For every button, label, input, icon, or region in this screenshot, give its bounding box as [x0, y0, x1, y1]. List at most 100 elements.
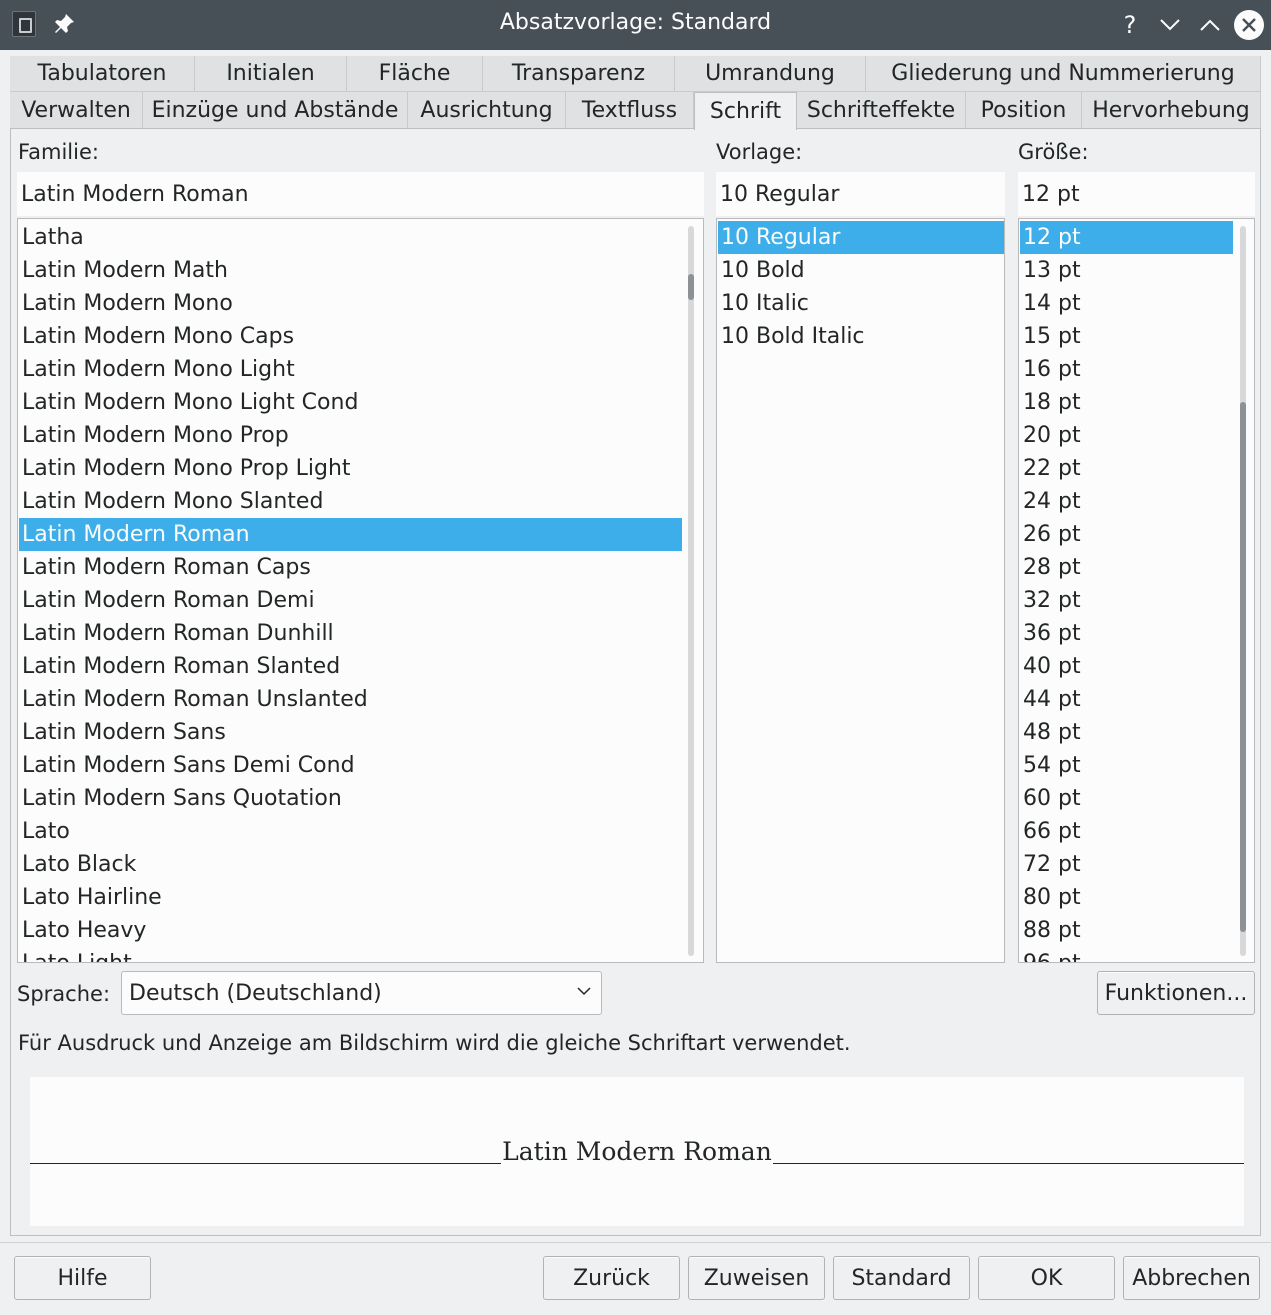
style-input[interactable]: 10 Regular [716, 172, 1005, 216]
help-button[interactable]: Hilfe [14, 1256, 151, 1300]
family-list-item[interactable]: Latin Modern Mono Light Cond [19, 386, 682, 419]
style-list[interactable]: 10 Regular 10 Bold 10 Italic 10 Bold Italic [716, 218, 1005, 963]
size-list-item[interactable]: 66 pt [1020, 815, 1233, 848]
family-list-item[interactable]: Latin Modern Math [19, 254, 682, 287]
family-list-item[interactable]: Latin Modern Mono Slanted [19, 485, 682, 518]
size-list-item[interactable]: 22 pt [1020, 452, 1233, 485]
style-list-item[interactable]: 10 Bold Italic [718, 320, 1004, 353]
size-list-item[interactable]: 88 pt [1020, 914, 1233, 947]
family-list-item[interactable]: Latin Modern Mono [19, 287, 682, 320]
language-label: Sprache: [17, 982, 111, 1006]
size-list[interactable]: 12 pt 13 pt 14 pt 15 pt 16 pt 18 pt 20 pt 22 pt… [1018, 218, 1255, 963]
chevron-down-icon [577, 987, 591, 996]
family-list-item[interactable]: Latha [19, 221, 682, 254]
window-title: Absatzvorlage: Standard [499, 10, 772, 35]
tab-row-1: Tabulatoren Initialen Fläche Transparenz… [10, 56, 1261, 92]
tab-transparenz[interactable]: Transparenz [483, 56, 675, 92]
family-list-item[interactable]: Latin Modern Mono Light [19, 353, 682, 386]
family-list-item[interactable]: Lato Heavy [19, 914, 682, 947]
maximize-icon[interactable] [1194, 9, 1226, 41]
family-list-item[interactable]: Lato Black [19, 848, 682, 881]
language-select[interactable]: Deutsch (Deutschland) [121, 971, 602, 1015]
size-list-item[interactable]: 96 pt [1020, 947, 1233, 962]
size-list-item[interactable]: 12 pt [1020, 221, 1233, 254]
cancel-button[interactable]: Abbrechen [1123, 1256, 1260, 1300]
language-value: Deutsch (Deutschland) [129, 980, 382, 1006]
family-list-item[interactable]: Latin Modern Roman Unslanted [19, 683, 682, 716]
size-list-item[interactable]: 48 pt [1020, 716, 1233, 749]
functions-button[interactable]: Funktionen... [1097, 971, 1255, 1015]
size-list-item[interactable]: 36 pt [1020, 617, 1233, 650]
size-list-item[interactable]: 54 pt [1020, 749, 1233, 782]
size-list-item[interactable]: 14 pt [1020, 287, 1233, 320]
tab-umrandung[interactable]: Umrandung [675, 56, 866, 92]
family-list-item[interactable]: Latin Modern Roman Slanted [19, 650, 682, 683]
family-list-item[interactable]: Lato Light [19, 947, 682, 962]
family-list-item[interactable]: Latin Modern Mono Caps [19, 320, 682, 353]
style-list-item[interactable]: 10 Bold [718, 254, 1004, 287]
tab-initialen[interactable]: Initialen [195, 56, 347, 92]
tab-row-2: Verwalten Einzüge und Abstände Ausrichtu… [10, 92, 1261, 130]
tab-verwalten[interactable]: Verwalten [10, 92, 143, 128]
tab-hervorhebung[interactable]: Hervorhebung [1082, 92, 1261, 128]
family-scrollbar[interactable] [688, 226, 694, 956]
family-list-item[interactable]: Latin Modern Roman Demi [19, 584, 682, 617]
tab-position[interactable]: Position [966, 92, 1082, 128]
tab-textfluss[interactable]: Textfluss [566, 92, 694, 128]
title-bar: Absatzvorlage: Standard ? [0, 0, 1271, 50]
size-list-item[interactable]: 20 pt [1020, 419, 1233, 452]
apply-button[interactable]: Zuweisen [688, 1256, 825, 1300]
style-list-item[interactable]: 10 Italic [718, 287, 1004, 320]
style-label: Vorlage: [716, 140, 803, 164]
size-list-item[interactable]: 44 pt [1020, 683, 1233, 716]
divider [0, 1242, 1271, 1243]
family-list-item[interactable]: Latin Modern Sans Quotation [19, 782, 682, 815]
style-list-item[interactable]: 10 Regular [718, 221, 1004, 254]
size-list-item[interactable]: 26 pt [1020, 518, 1233, 551]
close-icon[interactable] [1234, 10, 1264, 40]
size-list-item[interactable]: 13 pt [1020, 254, 1233, 287]
tab-ausrichtung[interactable]: Ausrichtung [408, 92, 566, 128]
size-list-item[interactable]: 72 pt [1020, 848, 1233, 881]
size-list-item[interactable]: 24 pt [1020, 485, 1233, 518]
family-input[interactable]: Latin Modern Roman [17, 172, 704, 216]
family-list-item[interactable]: Latin Modern Roman Caps [19, 551, 682, 584]
font-preview: Latin Modern Roman [30, 1077, 1244, 1226]
ok-button[interactable]: OK [978, 1256, 1115, 1300]
size-input[interactable]: 12 pt [1018, 172, 1255, 216]
tab-schrift[interactable]: Schrift [694, 92, 797, 130]
tab-flaeche[interactable]: Fläche [347, 56, 483, 92]
family-list-item[interactable]: Lato Hairline [19, 881, 682, 914]
family-list-item[interactable]: Latin Modern Roman [19, 518, 682, 551]
tab-schrifteffekte[interactable]: Schrifteffekte [797, 92, 966, 128]
tab-gliederung[interactable]: Gliederung und Nummerierung [866, 56, 1261, 92]
back-button[interactable]: Zurück [543, 1256, 680, 1300]
minimize-icon[interactable] [1154, 9, 1186, 41]
family-list-item[interactable]: Latin Modern Roman Dunhill [19, 617, 682, 650]
preview-sample-text: Latin Modern Roman [501, 1137, 773, 1166]
tab-einzuege[interactable]: Einzüge und Abstände [143, 92, 408, 128]
size-list-item[interactable]: 18 pt [1020, 386, 1233, 419]
size-label: Größe: [1018, 140, 1089, 164]
size-list-item[interactable]: 60 pt [1020, 782, 1233, 815]
family-list-item[interactable]: Latin Modern Mono Prop Light [19, 452, 682, 485]
family-list-item[interactable]: Latin Modern Mono Prop [19, 419, 682, 452]
family-list-item[interactable]: Latin Modern Sans Demi Cond [19, 749, 682, 782]
family-list-item[interactable]: Lato [19, 815, 682, 848]
size-list-item[interactable]: 28 pt [1020, 551, 1233, 584]
tab-tabulatoren[interactable]: Tabulatoren [10, 56, 195, 92]
info-text: Für Ausdruck und Anzeige am Bildschirm w… [18, 1031, 851, 1055]
size-list-item[interactable]: 16 pt [1020, 353, 1233, 386]
size-list-item[interactable]: 40 pt [1020, 650, 1233, 683]
size-list-item[interactable]: 80 pt [1020, 881, 1233, 914]
size-list-item[interactable]: 32 pt [1020, 584, 1233, 617]
size-scroll-thumb[interactable] [1240, 402, 1246, 932]
family-label: Familie: [18, 140, 99, 164]
family-scroll-thumb[interactable] [688, 274, 694, 300]
help-icon[interactable]: ? [1114, 9, 1146, 41]
size-list-item[interactable]: 15 pt [1020, 320, 1233, 353]
standard-button[interactable]: Standard [833, 1256, 970, 1300]
size-scrollbar[interactable] [1240, 226, 1246, 956]
family-list[interactable]: Latha Latin Modern Math Latin Modern Mono L… [17, 218, 704, 963]
family-list-item[interactable]: Latin Modern Sans [19, 716, 682, 749]
